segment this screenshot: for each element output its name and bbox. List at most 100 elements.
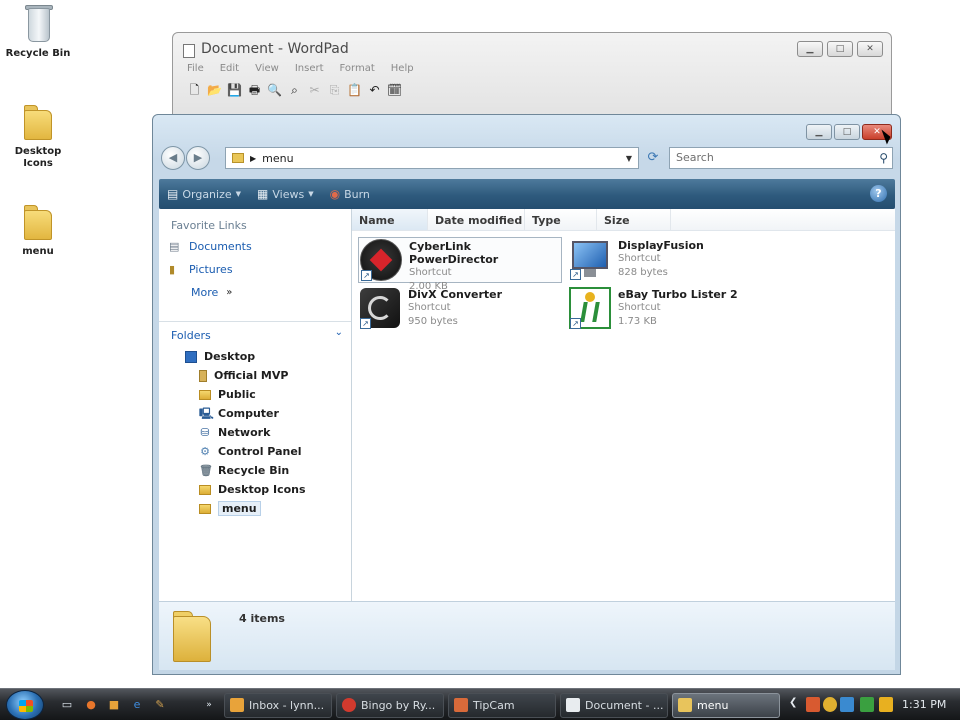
- open-icon[interactable]: 📂: [207, 83, 222, 97]
- chevron-down-icon: ⌄: [334, 327, 343, 338]
- address-bar[interactable]: ▶ menu ▼: [225, 147, 639, 169]
- control-panel-icon: ⚙: [200, 444, 210, 458]
- chevron-down-icon[interactable]: ▼: [626, 154, 632, 163]
- column-header: Name Date modified Type Size: [352, 209, 895, 231]
- cut-icon[interactable]: ✂: [307, 83, 322, 97]
- tray-app-icon[interactable]: [840, 697, 854, 712]
- maximize-button[interactable]: □: [834, 124, 860, 140]
- chevron-left-icon[interactable]: ❮: [789, 697, 797, 708]
- outlook-icon[interactable]: ■: [107, 698, 121, 712]
- file-item[interactable]: ↗ CyberLink PowerDirector Shortcut 2.00 …: [358, 237, 562, 292]
- taskbar-button-label: Document - ...: [585, 699, 664, 712]
- organize-button[interactable]: ▤ Organize ▼: [167, 187, 241, 201]
- tree-item-label: Computer: [218, 407, 279, 420]
- internet-explorer-icon[interactable]: e: [130, 698, 144, 712]
- favorite-link-pictures[interactable]: ▮ Pictures: [159, 258, 351, 281]
- taskbar-button-tipcam[interactable]: TipCam: [448, 693, 556, 718]
- breadcrumb[interactable]: menu: [262, 152, 293, 165]
- tree-item-official-mvp[interactable]: Official MVP: [159, 366, 351, 385]
- computer-icon: 🖳: [199, 406, 214, 420]
- save-icon[interactable]: 💾: [227, 83, 242, 97]
- file-type: Shortcut: [409, 267, 452, 278]
- minimize-button[interactable]: ▁: [806, 124, 832, 140]
- tray-app-icon[interactable]: [823, 697, 837, 712]
- clock[interactable]: 1:31 PM: [902, 698, 946, 711]
- help-icon[interactable]: ?: [870, 185, 887, 202]
- recycle-bin-icon: [22, 4, 54, 44]
- close-button[interactable]: ✕: [857, 41, 883, 57]
- folder-icon: [199, 484, 211, 495]
- burn-button[interactable]: ◉ Burn: [330, 187, 370, 201]
- folders-header[interactable]: Folders ⌄: [159, 321, 351, 345]
- taskbar-button-inbox[interactable]: Inbox - lynn...: [224, 693, 332, 718]
- menu-insert[interactable]: Insert: [295, 63, 324, 74]
- taskbar-button-document[interactable]: Document - ...: [560, 693, 668, 718]
- column-type[interactable]: Type: [525, 209, 597, 230]
- minimize-button[interactable]: ▁: [797, 41, 823, 57]
- overflow-icon[interactable]: »: [202, 698, 216, 712]
- date-time-icon[interactable]: 🗓: [387, 83, 402, 97]
- desktop-icon-menu[interactable]: menu: [0, 202, 76, 258]
- file-item[interactable]: ↗ DivX Converter Shortcut 950 bytes: [358, 286, 562, 332]
- tree-item-menu[interactable]: menu: [159, 499, 351, 518]
- column-size[interactable]: Size: [597, 209, 671, 230]
- file-item[interactable]: ↗ DisplayFusion Shortcut 828 bytes: [568, 237, 772, 283]
- wordpad-window[interactable]: Document - WordPad ▁ □ ✕ File Edit View …: [172, 32, 892, 122]
- taskbar-button-bingo[interactable]: Bingo by Ry...: [336, 693, 444, 718]
- start-button[interactable]: [6, 690, 44, 720]
- double-chevron-right-icon: »: [226, 287, 233, 298]
- paint-icon[interactable]: ✎: [153, 698, 167, 712]
- tree-item-network[interactable]: ⛁ Network: [159, 423, 351, 442]
- refresh-button[interactable]: ⟳: [642, 147, 664, 169]
- tree-item-computer[interactable]: 🖳 Computer: [159, 404, 351, 423]
- tree-item-recycle-bin[interactable]: 🗑 Recycle Bin: [159, 461, 351, 480]
- explorer-window[interactable]: ▁ □ ✕ ◀ ▶ ▶ menu ▼ ⟳ Search ⚲ ▤ Organize…: [152, 114, 901, 675]
- views-button[interactable]: ▦ Views ▼: [257, 187, 314, 201]
- show-desktop-icon[interactable]: ▭: [60, 698, 74, 712]
- search-icon[interactable]: ⚲: [879, 148, 888, 168]
- desktop-icon-desktop-icons[interactable]: Desktop Icons: [0, 102, 76, 170]
- desktop-icon-label: Desktop Icons: [14, 146, 62, 169]
- details-pane: 4 items: [159, 601, 895, 670]
- recycle-bin-icon: 🗑: [199, 463, 213, 477]
- taskbar-button-menu[interactable]: menu: [672, 693, 780, 718]
- tray-app-icon[interactable]: [879, 697, 893, 712]
- print-icon[interactable]: 🖶: [247, 83, 262, 97]
- print-preview-icon[interactable]: 🔍: [267, 83, 282, 97]
- menu-format[interactable]: Format: [340, 63, 375, 74]
- favorite-links-more[interactable]: More »: [159, 281, 351, 304]
- file-item[interactable]: ↗ eBay Turbo Lister 2 Shortcut 1.73 KB: [568, 286, 772, 332]
- forward-button[interactable]: ▶: [186, 146, 210, 170]
- desktop-icon: [185, 350, 197, 363]
- maximize-button[interactable]: □: [827, 41, 853, 57]
- desktop-icon-recycle-bin[interactable]: Recycle Bin: [0, 4, 76, 60]
- folder-icon: [232, 153, 244, 163]
- menu-file[interactable]: File: [187, 63, 204, 74]
- new-icon[interactable]: 🗋: [187, 83, 202, 97]
- wordpad-app-icon: [183, 44, 195, 58]
- tree-item-desktop-icons[interactable]: Desktop Icons: [159, 480, 351, 499]
- find-icon[interactable]: ⌕: [287, 83, 302, 97]
- copy-icon[interactable]: ⎘: [327, 83, 342, 97]
- tray-app-icon[interactable]: [860, 697, 874, 712]
- paste-icon[interactable]: 📋: [347, 83, 362, 97]
- tray-app-icon[interactable]: [806, 697, 820, 712]
- file-name: CyberLink PowerDirector: [409, 240, 499, 266]
- favorite-link-documents[interactable]: ▤ Documents: [159, 235, 351, 258]
- search-input[interactable]: Search ⚲: [669, 147, 893, 169]
- wordpad-icon: [566, 698, 580, 712]
- column-name[interactable]: Name: [352, 209, 428, 230]
- undo-icon[interactable]: ↶: [367, 83, 382, 97]
- chevron-down-icon: ▼: [235, 190, 242, 198]
- column-date-modified[interactable]: Date modified: [428, 209, 525, 230]
- back-button[interactable]: ◀: [161, 146, 185, 170]
- menu-view[interactable]: View: [255, 63, 279, 74]
- tree-item-control-panel[interactable]: ⚙ Control Panel: [159, 442, 351, 461]
- menu-edit[interactable]: Edit: [220, 63, 239, 74]
- breadcrumb-separator-icon[interactable]: ▶: [250, 154, 256, 163]
- tree-item-desktop[interactable]: Desktop: [159, 347, 351, 366]
- firefox-icon[interactable]: ●: [84, 698, 98, 712]
- menu-help[interactable]: Help: [391, 63, 414, 74]
- shortcut-arrow-icon: ↗: [570, 269, 581, 280]
- tree-item-public[interactable]: Public: [159, 385, 351, 404]
